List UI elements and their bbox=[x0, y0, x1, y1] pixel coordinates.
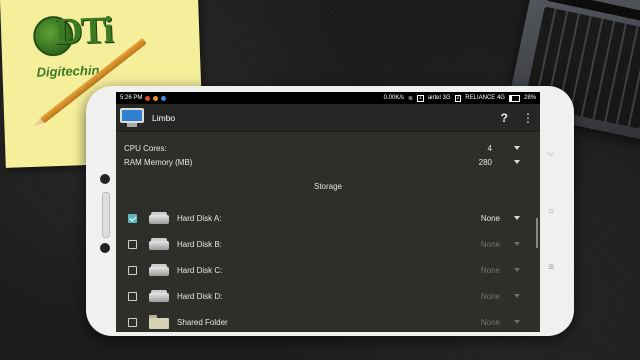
hard-disk-b-checkbox[interactable] bbox=[128, 239, 137, 249]
chevron-down-icon[interactable] bbox=[514, 160, 520, 164]
app-toolbar: Limbo ? ⋮ bbox=[116, 104, 540, 132]
digitechin-logo: DTi Digitechin. bbox=[30, 5, 133, 86]
logo-mark: DTi bbox=[54, 9, 113, 54]
carrier2: RELIANCE 4G bbox=[465, 95, 505, 101]
cpu-cores-row[interactable]: CPU Cores: 4 bbox=[124, 142, 530, 154]
hard-disk-c-label: Hard Disk C: bbox=[177, 265, 223, 275]
hard-disk-a-row[interactable]: Hard Disk A: None bbox=[128, 210, 530, 226]
carrier1: airtel 3G bbox=[427, 95, 451, 101]
overflow-menu-icon[interactable]: ⋮ bbox=[522, 112, 534, 124]
chevron-down-icon[interactable] bbox=[514, 216, 520, 220]
shared-folder-row[interactable]: Shared Folder None bbox=[128, 314, 530, 330]
chevron-down-icon[interactable] bbox=[514, 146, 520, 150]
hard-disk-d-value: None bbox=[480, 291, 500, 301]
status-bar: 5:26 PM 0.00K/s ≋ 1 airtel 3G 2 RELIANCE… bbox=[116, 92, 540, 104]
hard-disk-d-label: Hard Disk D: bbox=[177, 291, 223, 301]
nav-home-icon[interactable]: ○ bbox=[544, 206, 558, 217]
app-title: Limbo bbox=[152, 112, 176, 123]
hard-disk-a-label: Hard Disk A: bbox=[177, 213, 222, 223]
hard-disk-icon bbox=[149, 264, 169, 276]
shared-folder-checkbox[interactable] bbox=[128, 317, 137, 327]
hard-disk-c-row[interactable]: Hard Disk C: None bbox=[128, 262, 530, 278]
help-icon[interactable]: ? bbox=[501, 111, 508, 125]
storage-section-title: Storage bbox=[313, 182, 343, 191]
shared-folder-value: None bbox=[480, 317, 500, 327]
nav-back-icon[interactable]: ⌵ bbox=[544, 148, 558, 159]
earpiece-speaker bbox=[102, 192, 110, 238]
front-sensor bbox=[100, 243, 110, 253]
shared-folder-label: Shared Folder bbox=[177, 317, 228, 327]
hard-disk-a-value[interactable]: None bbox=[481, 214, 500, 223]
chevron-down-icon bbox=[514, 268, 520, 272]
phone-screen: 5:26 PM 0.00K/s ≋ 1 airtel 3G 2 RELIANCE… bbox=[116, 92, 540, 332]
ram-memory-row[interactable]: RAM Memory (MB) 280 bbox=[124, 156, 530, 168]
notification-icon bbox=[145, 95, 151, 101]
chevron-down-icon bbox=[514, 320, 520, 324]
sim2-icon: 2 bbox=[454, 94, 462, 102]
notification-icon bbox=[153, 95, 159, 101]
chevron-down-icon bbox=[514, 294, 520, 298]
hard-disk-icon bbox=[149, 212, 169, 224]
front-camera bbox=[100, 174, 110, 184]
hard-disk-b-row[interactable]: Hard Disk B: None bbox=[128, 236, 530, 252]
nav-recents-icon[interactable]: ≡ bbox=[544, 262, 558, 273]
hard-disk-icon bbox=[149, 290, 169, 302]
scrollbar[interactable] bbox=[536, 218, 538, 248]
network-speed: 0.00K/s bbox=[383, 95, 405, 101]
cpu-cores-label: CPU Cores: bbox=[124, 143, 167, 153]
hard-disk-c-value: None bbox=[480, 265, 500, 275]
hard-disk-icon bbox=[149, 238, 169, 250]
hard-disk-b-label: Hard Disk B: bbox=[177, 239, 222, 249]
hard-disk-b-value: None bbox=[480, 239, 500, 249]
folder-icon bbox=[149, 315, 169, 329]
battery-icon bbox=[508, 94, 520, 102]
ram-memory-value: 280 bbox=[478, 157, 492, 167]
hard-disk-d-row[interactable]: Hard Disk D: None bbox=[128, 288, 530, 304]
battery-level: 28% bbox=[523, 95, 536, 101]
sim1-icon: 1 bbox=[417, 94, 424, 102]
ram-memory-label: RAM Memory (MB) bbox=[124, 157, 193, 167]
status-time: 5:26 PM bbox=[120, 95, 143, 101]
wifi-icon: ≋ bbox=[408, 95, 414, 102]
cpu-cores-value: 4 bbox=[487, 143, 492, 153]
chevron-down-icon bbox=[514, 242, 520, 246]
hard-disk-a-checkbox[interactable] bbox=[128, 213, 137, 223]
hard-disk-d-checkbox[interactable] bbox=[128, 291, 137, 301]
hard-disk-c-checkbox[interactable] bbox=[128, 265, 137, 275]
notification-icon bbox=[161, 95, 167, 101]
limbo-app-icon bbox=[120, 107, 144, 128]
